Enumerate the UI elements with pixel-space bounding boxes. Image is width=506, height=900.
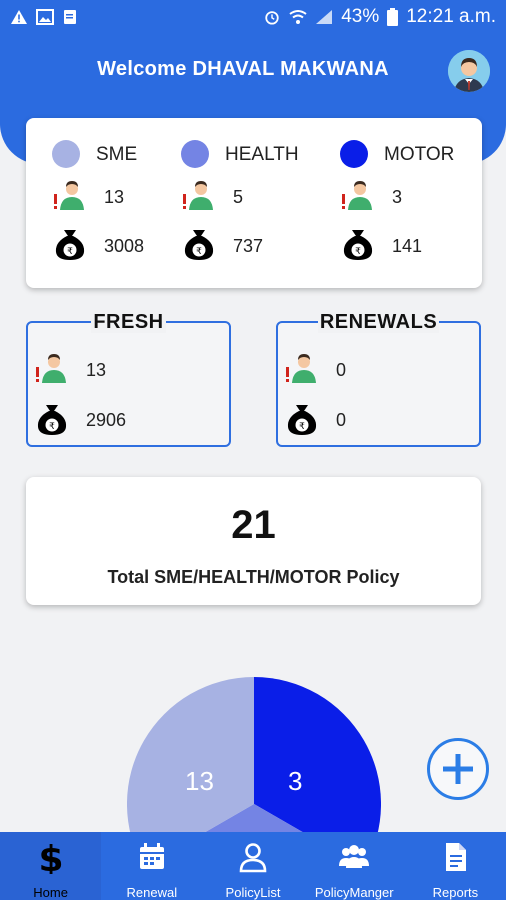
svg-text:₹: ₹	[299, 422, 305, 432]
customer-alert-icon	[54, 181, 84, 210]
health-count: 5	[233, 187, 244, 207]
nav-policymanager-label: PolicyManger	[314, 885, 394, 900]
fresh-title: FRESH	[91, 311, 166, 333]
dollar-icon: $	[38, 840, 63, 874]
customer-alert-icon	[36, 354, 66, 383]
nav-policymanager[interactable]: PolicyManger	[304, 832, 405, 900]
users-icon	[339, 845, 370, 868]
bottom-nav: $ Home Renewal PolicyList PolicyManger R…	[0, 832, 506, 900]
svg-text:₹: ₹	[196, 247, 202, 257]
nav-reports[interactable]: Reports	[405, 832, 506, 900]
health-column: HEALTH 5 ₹ 737	[181, 118, 331, 288]
sme-label: SME	[96, 144, 138, 165]
total-policy-label: Total SME/HEALTH/MOTOR Policy	[107, 567, 400, 587]
money-bag-icon: ₹	[184, 230, 214, 260]
battery-icon	[387, 8, 399, 26]
svg-text:₹: ₹	[355, 247, 361, 257]
motor-label: MOTOR	[384, 144, 455, 165]
customer-alert-icon	[286, 354, 316, 383]
battery-level: 43%	[341, 6, 380, 27]
alarm-icon	[265, 11, 279, 25]
renewals-amount: 0	[336, 410, 347, 430]
sme-legend-dot	[52, 140, 80, 168]
avatar[interactable]	[448, 50, 490, 92]
sme-amount: 3008	[104, 236, 145, 256]
nav-home-label: Home	[33, 885, 68, 900]
money-bag-icon: ₹	[55, 230, 85, 260]
svg-text:₹: ₹	[67, 247, 73, 257]
sme-column: SME 13 ₹ 3008	[52, 118, 202, 288]
renewals-count: 0	[336, 360, 347, 380]
add-policy-button[interactable]	[427, 738, 489, 800]
total-policy-card: 21 Total SME/HEALTH/MOTOR Policy	[26, 477, 481, 605]
welcome-text: Welcome DHAVAL MAKWANA	[97, 58, 389, 80]
fresh-amount: 2906	[86, 410, 127, 430]
plus-icon	[443, 754, 473, 784]
calendar-icon	[139, 843, 164, 869]
document-icon	[446, 843, 467, 871]
health-label: HEALTH	[225, 144, 299, 165]
status-bar: 43% 12:21 a.m.	[0, 0, 506, 34]
svg-text:₹: ₹	[49, 422, 55, 432]
money-bag-icon: ₹	[343, 230, 373, 260]
nav-reports-label: Reports	[432, 885, 479, 900]
nav-home[interactable]: $ Home	[0, 832, 102, 900]
clock-time: 12:21 a.m.	[406, 6, 496, 27]
motor-amount: 141	[392, 236, 423, 256]
wifi-icon	[289, 10, 307, 24]
customer-alert-icon	[183, 181, 213, 210]
pie-label-sme: 13	[185, 766, 214, 796]
motor-legend-dot	[340, 140, 368, 168]
avatar-icon	[448, 50, 490, 92]
nav-renewal[interactable]: Renewal	[101, 832, 202, 900]
renewals-title: RENEWALS	[317, 311, 440, 333]
image-icon	[36, 9, 54, 25]
nav-policylist[interactable]: PolicyList	[202, 832, 303, 900]
renewals-box[interactable]: RENEWALS 0 ₹ 0	[276, 311, 481, 447]
customer-alert-icon	[342, 181, 372, 210]
motor-count: 3	[392, 187, 403, 207]
health-amount: 737	[233, 236, 264, 256]
motor-column: MOTOR 3 ₹ 141	[340, 118, 490, 288]
nav-policylist-label: PolicyList	[225, 885, 281, 900]
total-policy-count: 21	[231, 503, 276, 547]
edit-file-icon	[64, 10, 76, 24]
warning-icon	[11, 10, 27, 24]
money-bag-icon: ₹	[287, 405, 317, 435]
health-legend-dot	[181, 140, 209, 168]
user-icon	[239, 843, 267, 873]
fresh-box[interactable]: FRESH 13 ₹ 2906	[26, 311, 231, 447]
money-bag-icon: ₹	[37, 405, 67, 435]
signal-icon	[316, 10, 333, 24]
pie-label-motor: 3	[288, 766, 303, 796]
nav-renewal-label: Renewal	[126, 885, 178, 900]
fresh-count: 13	[86, 360, 107, 380]
summary-card: SME 13 ₹ 3008 HEALTH 5 ₹ 737 MOTOR 3 ₹ 1…	[26, 118, 482, 288]
svg-text:$: $	[38, 840, 63, 874]
sme-count: 13	[104, 187, 125, 207]
